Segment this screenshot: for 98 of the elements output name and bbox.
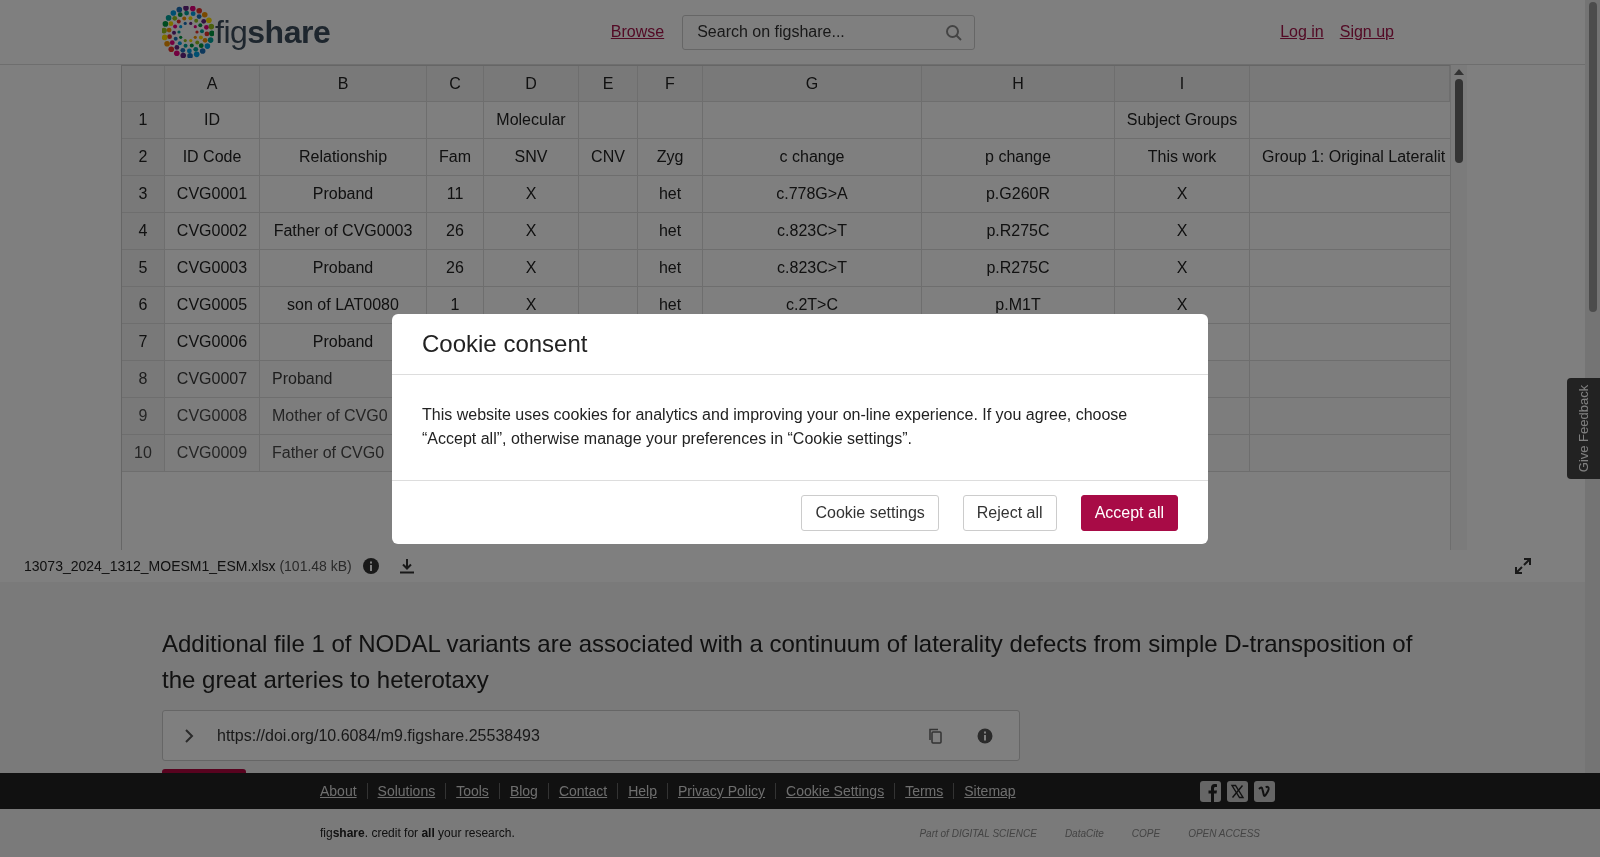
table-cell: Proband	[312, 259, 374, 277]
table-cell: X	[1176, 296, 1188, 314]
table-cell: X	[525, 296, 537, 314]
table-cell: Molecular	[496, 111, 566, 129]
row-number: 10	[134, 444, 152, 462]
table-cell: Proband	[272, 370, 333, 388]
table-cell: Mother of CVG0	[272, 407, 388, 425]
column-header: C	[449, 74, 461, 93]
table-cell: X	[525, 222, 537, 240]
column-header: H	[1012, 74, 1024, 93]
table-cell: 26	[446, 222, 464, 240]
table-cell: Proband	[312, 333, 374, 351]
table-cell: ID Code	[182, 148, 242, 166]
table-cell: This work	[1147, 148, 1217, 166]
table-cell: het	[658, 185, 682, 203]
table-cell: c.778G>A	[776, 185, 848, 203]
row-number: 4	[138, 222, 148, 240]
table-cell: ID	[204, 111, 220, 129]
item-title: Additional file 1 of NODAL variants are associated with a continuum of laterality defects from simple D-transposition of the great arteries to heterotaxy	[162, 629, 1414, 695]
footer-link[interactable]: Terms	[894, 783, 954, 799]
table-cell: 26	[446, 259, 464, 277]
table-cell: X	[1176, 259, 1188, 277]
row-number: 6	[138, 296, 148, 314]
feedback-tab[interactable]: Give Feedback	[1567, 378, 1600, 479]
table-cell: X	[525, 185, 537, 203]
table-cell: het	[658, 296, 682, 314]
column-header: F	[665, 74, 675, 93]
file-name: 13073_2024_1312_MOESM1_ESM.xlsx	[24, 558, 276, 574]
logo-text[interactable]: figshare	[215, 13, 331, 51]
row-number: 1	[138, 111, 148, 129]
table-cell: Zyg	[656, 148, 684, 166]
footer-link[interactable]: Privacy Policy	[666, 783, 776, 799]
table-cell: CVG0005	[176, 296, 248, 314]
table-cell: Fam	[439, 148, 471, 166]
table-cell: CVG0009	[176, 444, 248, 462]
table-cell: p.G260R	[985, 185, 1050, 203]
table-cell: c.823C>T	[777, 222, 847, 240]
row-number: 9	[138, 407, 148, 425]
dialog-button[interactable]: Reject all	[962, 494, 1057, 531]
dialog-button[interactable]: Cookie settings	[801, 494, 939, 531]
table-cell: p.M1T	[995, 296, 1041, 314]
footer-link[interactable]: Sitemap	[953, 783, 1026, 799]
column-header: I	[1179, 74, 1185, 93]
row-number: 2	[138, 148, 148, 166]
tagline: figshare. credit for all your research.	[320, 826, 515, 840]
table-cell: 1	[450, 296, 460, 314]
table-cell: Subject Groups	[1126, 111, 1238, 129]
auth-link[interactable]: Log in	[1280, 23, 1324, 41]
table-cell: CVG0003	[176, 259, 248, 277]
footer-link[interactable]: Solutions	[366, 783, 446, 799]
file-size: (101.48 kB)	[279, 558, 352, 574]
footer-link[interactable]: About	[320, 783, 367, 799]
table-cell: Relationship	[298, 148, 388, 166]
column-header: D	[525, 74, 537, 93]
table-cell: SNV	[514, 148, 548, 166]
table-cell: CVG0008	[176, 407, 248, 425]
table-cell: het	[658, 259, 682, 277]
table-cell: c change	[779, 148, 845, 166]
table-cell: p change	[985, 148, 1051, 166]
table-cell: Father of CVG0003	[273, 222, 413, 240]
table-cell: CNV	[591, 148, 625, 166]
table-cell: CVG0007	[176, 370, 248, 388]
row-number: 8	[138, 370, 148, 388]
table-cell: het	[658, 222, 682, 240]
table-cell: c.823C>T	[777, 259, 847, 277]
table-cell: Proband	[312, 185, 374, 203]
table-cell: CVG0006	[176, 333, 248, 351]
table-cell: son of LAT0080	[287, 296, 399, 314]
column-header: B	[337, 74, 349, 93]
column-header: G	[805, 74, 819, 93]
row-number: 7	[138, 333, 148, 351]
browse-link[interactable]: Browse	[610, 23, 665, 41]
row-number: 3	[138, 185, 148, 203]
row-number: 5	[138, 259, 148, 277]
table-cell: Father of CVG0	[272, 444, 385, 462]
table-cell: Group 1: Original Lateralit	[1262, 148, 1446, 166]
table-cell: X	[525, 259, 537, 277]
table-cell: X	[1176, 222, 1188, 240]
footer-link[interactable]: Contact	[547, 783, 618, 799]
dialog-title: Cookie consent	[422, 330, 588, 358]
doi-link[interactable]: https://doi.org/10.6084/m9.figshare.25538493	[217, 726, 907, 745]
column-header: A	[206, 74, 218, 93]
dialog-button[interactable]: Accept all	[1080, 494, 1178, 531]
table-cell: X	[1176, 185, 1188, 203]
table-cell: c.2T>C	[786, 296, 838, 314]
footer-link[interactable]: Tools	[445, 783, 499, 799]
table-cell: CVG0002	[176, 222, 248, 240]
table-cell: p.R275C	[986, 222, 1050, 240]
footer-link[interactable]: Blog	[498, 783, 548, 799]
auth-link[interactable]: Sign up	[1339, 23, 1394, 41]
table-cell: p.R275C	[986, 259, 1050, 277]
table-cell: 11	[446, 185, 464, 203]
footer-link[interactable]: Help	[617, 783, 667, 799]
table-cell: CVG0001	[176, 185, 248, 203]
search-field[interactable]: Search on figshare...	[682, 14, 976, 50]
footer-link[interactable]: Cookie Settings	[775, 783, 895, 799]
column-header: E	[602, 74, 614, 93]
dialog-text: This website uses cookies for analytics and improving your on-line experience. If you agree, choose “Accept all”, otherwise manage your preferences in “Cookie settings”.	[422, 405, 1129, 449]
